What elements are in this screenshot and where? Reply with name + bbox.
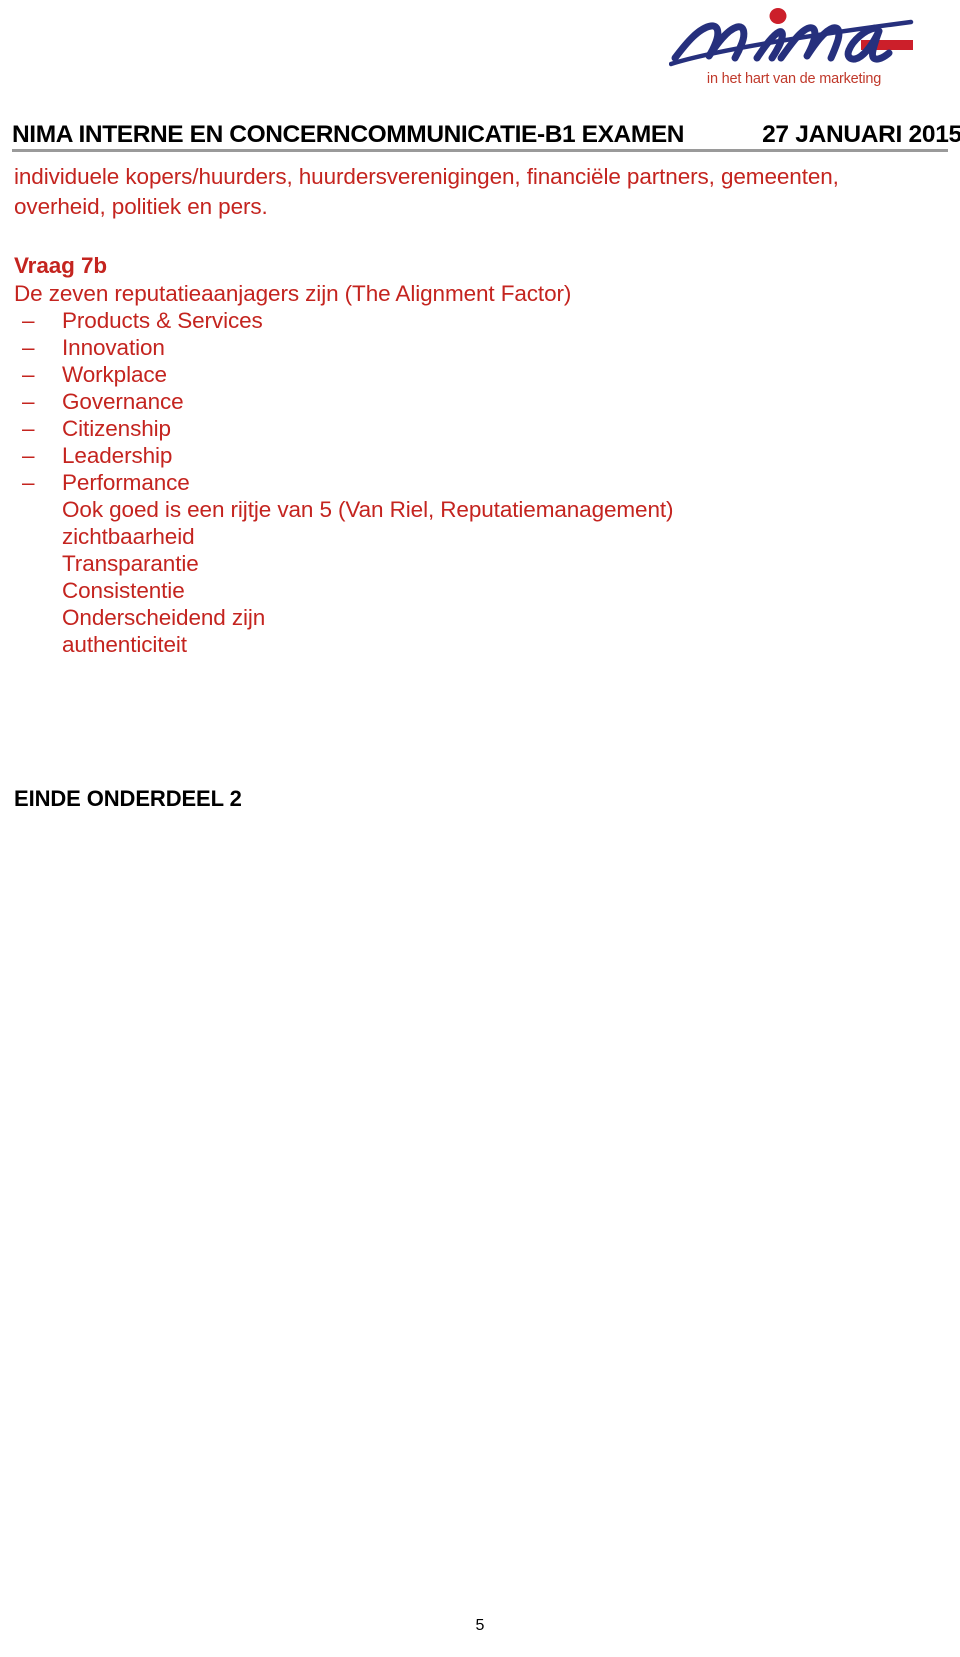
end-of-section-notice: EINDE ONDERDEEL 2 bbox=[14, 786, 242, 811]
dash-bullet-icon: – bbox=[22, 335, 35, 360]
list-item: – Innovation bbox=[14, 334, 894, 361]
document-body: individuele kopers/huurders, huurdersver… bbox=[14, 162, 894, 658]
list-item-label: Citizenship bbox=[62, 416, 171, 441]
alternative-item: zichtbaarheid bbox=[62, 524, 195, 549]
dash-bullet-icon: – bbox=[22, 308, 35, 333]
document-header: NIMA INTERNE EN CONCERNCOMMUNICATIE-B1 E… bbox=[12, 108, 960, 152]
alternative-item: Consistentie bbox=[62, 578, 185, 603]
alternative-item: Transparantie bbox=[62, 551, 199, 576]
list-item: – Performance bbox=[14, 469, 894, 496]
list-item-label: Performance bbox=[62, 470, 190, 495]
header-exam-date: 27 JANUARI 2015 bbox=[762, 121, 960, 148]
list-item-label: Innovation bbox=[62, 335, 165, 360]
dash-bullet-icon: – bbox=[22, 389, 35, 414]
nima-logo: in het hart van de marketing bbox=[664, 8, 924, 96]
alternative-item: Onderscheidend zijn bbox=[62, 605, 266, 630]
dash-bullet-icon: – bbox=[22, 470, 35, 495]
question-label: Vraag 7b bbox=[14, 253, 108, 278]
nima-wordmark-icon bbox=[669, 8, 914, 67]
list-item-label: Products & Services bbox=[62, 308, 263, 333]
alternative-intro-line: Ook goed is een rijtje van 5 (Van Riel, … bbox=[62, 497, 674, 522]
alternative-item: authenticiteit bbox=[62, 632, 187, 657]
list-item: – Citizenship bbox=[14, 415, 894, 442]
list-item: – Products & Services bbox=[14, 307, 894, 334]
dash-bullet-icon: – bbox=[22, 416, 35, 441]
list-item-label: Leadership bbox=[62, 443, 173, 468]
dash-bullet-icon: – bbox=[22, 362, 35, 387]
logo-tagline: in het hart van de marketing bbox=[706, 71, 882, 87]
reputation-drivers-list: – Products & Services – Innovation – Wor… bbox=[14, 307, 894, 496]
dash-bullet-icon: – bbox=[22, 443, 35, 468]
list-item: – Workplace bbox=[14, 361, 894, 388]
document-page: in het hart van de marketing NIMA INTERN… bbox=[0, 0, 960, 1657]
intro-paragraph: individuele kopers/huurders, huurdersver… bbox=[14, 164, 839, 219]
list-item: – Governance bbox=[14, 388, 894, 415]
end-of-section-block: EINDE ONDERDEEL 2 bbox=[14, 786, 242, 812]
list-item-label: Governance bbox=[62, 389, 184, 414]
answer-lead-line: De zeven reputatieaanjagers zijn (The Al… bbox=[14, 281, 572, 306]
header-exam-title: NIMA INTERNE EN CONCERNCOMMUNICATIE-B1 E… bbox=[12, 121, 685, 148]
page-number: 5 bbox=[475, 1617, 485, 1634]
list-item: – Leadership bbox=[14, 442, 894, 469]
list-item-label: Workplace bbox=[62, 362, 167, 387]
